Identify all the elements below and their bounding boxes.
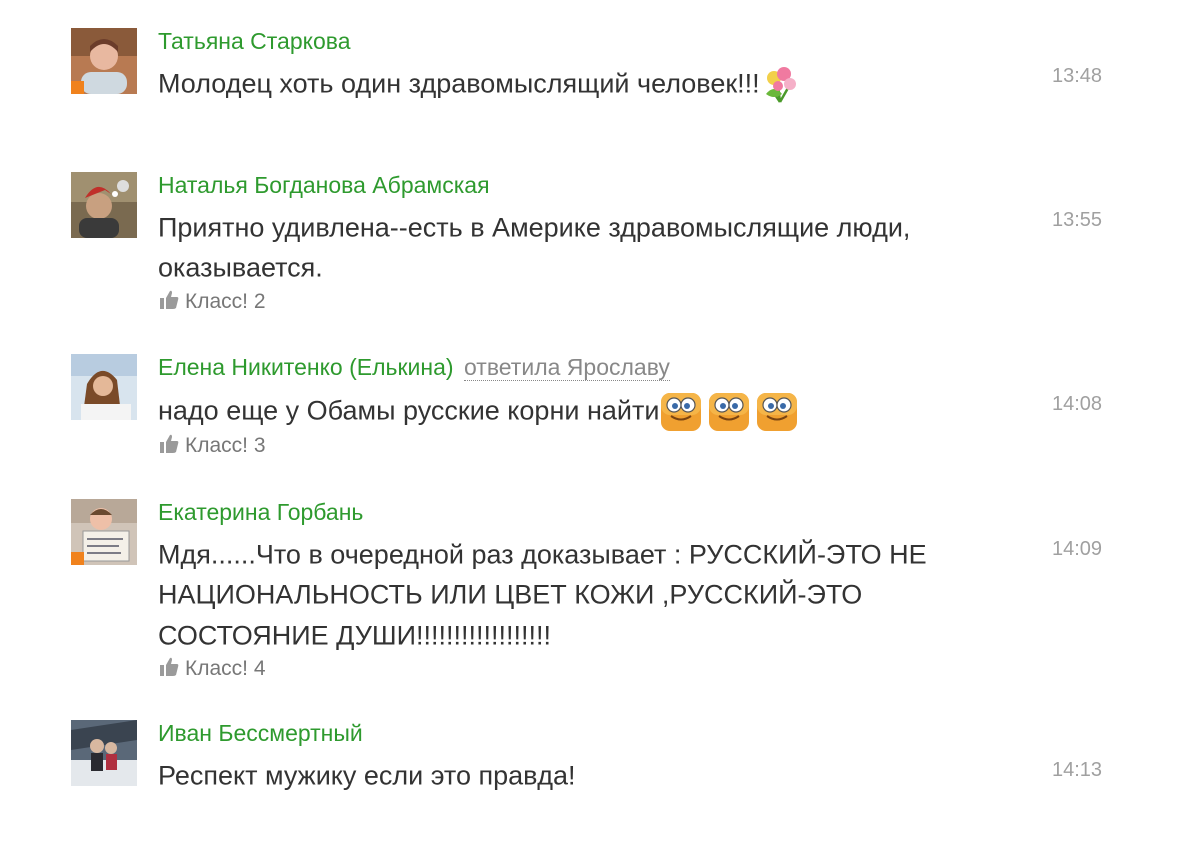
comment-time: 13:48 [1052,65,1103,87]
like-button[interactable]: Класс! 2 [158,289,266,315]
like-label: Класс! [185,434,248,457]
avatar[interactable] [71,720,137,786]
avatar[interactable] [71,354,137,420]
comment-author[interactable]: Елена Никитенко (Елькина) [158,354,454,380]
avatar[interactable] [71,172,137,238]
comment-time: 14:08 [1052,393,1103,415]
comment-author[interactable]: Екатерина Горбань [158,499,363,525]
flowers-emoji [765,66,796,103]
like-label: Класс! [185,290,248,313]
comment-time: 14:13 [1052,759,1103,781]
thumbs-up-icon [160,290,179,309]
like-button[interactable]: Класс! 3 [158,433,266,459]
like-count: 4 [253,657,266,680]
comment-text: Приятно удивлена--есть в Америке здравом… [158,212,911,283]
smiley-emoji [709,393,750,431]
comment-author[interactable]: Наталья Богданова Абрамская [158,172,490,198]
reply-link[interactable]: ответила Ярославу [464,354,670,381]
comment-time: 13:55 [1052,209,1103,231]
comment-text: Респект мужику если это правда! [158,760,576,791]
comment-author[interactable]: Иван Бессмертный [158,720,363,746]
like-count: 3 [253,434,266,457]
avatar[interactable] [71,28,137,94]
online-indicator [71,81,84,94]
comment-author[interactable]: Татьяна Старкова [158,28,351,54]
like-label: Класс! [185,657,248,680]
comment-time: 14:09 [1052,538,1103,560]
like-button[interactable]: Класс! 4 [158,656,266,682]
comment-text: Мдя......Что в очередной раз доказывает … [158,539,927,651]
thumbs-up-icon [160,657,179,676]
comment-text: Молодец хоть один здравомыслящий человек… [158,63,1018,104]
online-indicator [71,552,84,565]
avatar[interactable] [71,499,137,565]
like-count: 2 [253,290,266,313]
comment-text: надо еще у Обамы русские корни найти [158,389,1018,433]
thumbs-up-icon [160,434,179,453]
smiley-emoji [661,393,702,431]
smiley-emoji [757,393,798,431]
